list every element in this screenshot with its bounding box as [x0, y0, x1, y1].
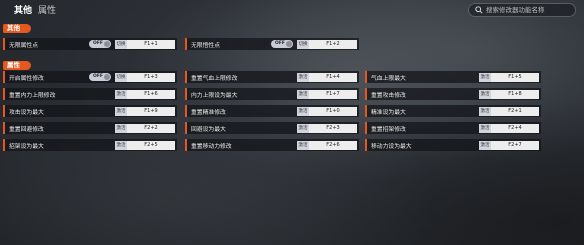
hotkey-box[interactable]: F1+5 — [491, 72, 539, 82]
row-label: 重置气血上限修改 — [191, 75, 238, 82]
mode-badge: 激活 — [479, 106, 491, 116]
row-reset-movement: 重置移动力修改 激活 F2+6 — [185, 139, 359, 151]
top-bar: 其他 属性 — [0, 0, 584, 20]
search-input[interactable] — [486, 6, 575, 14]
tab-other[interactable]: 其他 — [14, 3, 32, 16]
hotkey-box[interactable]: F2+6 — [309, 140, 357, 150]
row-label: 重置移动力修改 — [191, 143, 232, 150]
row-reset-attack: 重置攻击修改 激活 F1+8 — [365, 88, 541, 100]
mode-badge: 切换 — [115, 39, 127, 49]
mode-badge: 激活 — [115, 140, 127, 150]
mode-badge: 激活 — [115, 89, 127, 99]
mode-badge: 激活 — [297, 106, 309, 116]
mode-badge: 切换 — [297, 39, 309, 49]
mode-badge: 激活 — [297, 72, 309, 82]
row-reset-evasion: 重置回避修改 激活 F2+2 — [3, 122, 177, 134]
row-label: 开启属性修改 — [9, 75, 44, 82]
mode-badge: 激活 — [297, 89, 309, 99]
row-reset-mp-max: 重置内力上限修改 激活 F1+6 — [3, 88, 177, 100]
section-tag-attributes: 属性 — [3, 61, 31, 70]
row-movement-max: 移动力设为最大 激活 F2+7 — [365, 139, 541, 151]
row-hp-max: 气血上限最大 激活 F1+5 — [365, 71, 541, 83]
toggle-switch[interactable]: OFF — [89, 40, 111, 48]
toggle-state: OFF — [93, 41, 103, 46]
section-tag-other: 其他 — [3, 24, 31, 33]
hotkey-box[interactable]: F1+4 — [309, 72, 357, 82]
mode-badge: 激活 — [297, 140, 309, 150]
row-reset-hp-max: 重置气血上限修改 激活 F1+4 — [185, 71, 359, 83]
toggle-knob — [104, 41, 110, 47]
toggle-state: OFF — [93, 74, 103, 79]
row-label: 重置精准修改 — [191, 109, 226, 116]
row-label: 重置内力上限修改 — [9, 92, 56, 99]
row-reset-parry: 重置招架修改 激活 F2+4 — [365, 122, 541, 134]
hotkey-box[interactable]: F2+5 — [127, 140, 175, 150]
mode-badge: 激活 — [115, 106, 127, 116]
mode-badge: 激活 — [479, 89, 491, 99]
row-reset-accuracy: 重置精准修改 激活 F1+0 — [185, 105, 359, 117]
tab-attributes[interactable]: 属性 — [38, 3, 56, 16]
hotkey-box[interactable]: F1+1 — [127, 39, 175, 49]
row-label: 重置攻击修改 — [371, 92, 406, 99]
row-parry-max: 招架设为最大 激活 F2+5 — [3, 139, 177, 151]
row-attack-max: 攻击设为最大 激活 F1+9 — [3, 105, 177, 117]
mode-badge: 切换 — [115, 72, 127, 82]
toggle-switch[interactable]: OFF — [89, 73, 111, 81]
hotkey-box[interactable]: F1+2 — [309, 39, 357, 49]
row-label: 气血上限最大 — [371, 75, 406, 82]
row-label: 内力上限设为最大 — [191, 92, 238, 99]
mode-badge: 激活 — [297, 123, 309, 133]
hotkey-box[interactable]: F1+6 — [127, 89, 175, 99]
toggle-switch[interactable]: OFF — [271, 40, 293, 48]
row-infinite-attribute-points: 无限属性点 OFF 切换 F1+1 — [3, 38, 177, 50]
row-label: 移动力设为最大 — [371, 143, 412, 150]
row-evasion-max: 回避设为最大 激活 F2+3 — [185, 122, 359, 134]
row-accuracy-max: 精准设为最大 激活 F2+1 — [365, 105, 541, 117]
row-label: 无限属性点 — [9, 42, 38, 49]
hotkey-box[interactable]: F2+2 — [127, 123, 175, 133]
row-enable-attribute-edit: 开启属性修改 OFF 切换 F1+3 — [3, 71, 177, 83]
mode-badge: 激活 — [479, 140, 491, 150]
mode-badge: 激活 — [479, 123, 491, 133]
hotkey-box[interactable]: F2+1 — [491, 106, 539, 116]
row-label: 精准设为最大 — [371, 109, 406, 116]
row-label: 重置招架修改 — [371, 126, 406, 133]
row-label: 攻击设为最大 — [9, 109, 44, 116]
mode-badge: 激活 — [115, 123, 127, 133]
row-label: 招架设为最大 — [9, 143, 44, 150]
hotkey-box[interactable]: F1+7 — [309, 89, 357, 99]
row-label: 回避设为最大 — [191, 126, 226, 133]
hotkey-box[interactable]: F2+4 — [491, 123, 539, 133]
row-mp-max: 内力上限设为最大 激活 F1+7 — [185, 88, 359, 100]
toggle-knob — [286, 41, 292, 47]
hotkey-box[interactable]: F1+8 — [491, 89, 539, 99]
mode-badge: 激活 — [479, 72, 491, 82]
toggle-knob — [104, 74, 110, 80]
hotkey-box[interactable]: F1+9 — [127, 106, 175, 116]
row-label: 无限悟性点 — [191, 42, 220, 49]
hotkey-box[interactable]: F1+3 — [127, 72, 175, 82]
search-icon — [475, 6, 483, 14]
hotkey-box[interactable]: F1+0 — [309, 106, 357, 116]
hotkey-box[interactable]: F2+7 — [491, 140, 539, 150]
row-infinite-insight-points: 无限悟性点 OFF 切换 F1+2 — [185, 38, 359, 50]
hotkey-box[interactable]: F2+3 — [309, 123, 357, 133]
search-box[interactable] — [468, 3, 576, 17]
row-label: 重置回避修改 — [9, 126, 44, 133]
toggle-state: OFF — [275, 41, 285, 46]
